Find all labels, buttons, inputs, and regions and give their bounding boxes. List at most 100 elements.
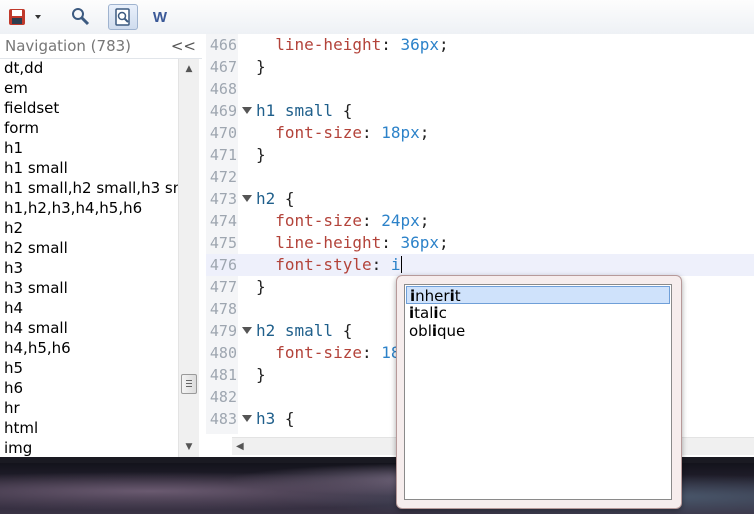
code-token: }	[256, 365, 266, 384]
code-line[interactable]: 469 h1 small {	[206, 100, 754, 122]
nav-item[interactable]: h6	[0, 379, 178, 399]
nav-item[interactable]: h1,h2,h3,h4,h5,h6	[0, 199, 178, 219]
scroll-left-icon[interactable]: ◀	[236, 438, 244, 455]
line-number: 467	[209, 58, 237, 76]
code-token: :	[381, 35, 401, 54]
autocomplete-option[interactable]: italic	[406, 304, 670, 322]
code-line[interactable]: 473 h2 {	[206, 188, 754, 210]
code-token: :	[371, 255, 391, 274]
code-token: {	[275, 189, 295, 208]
navigation-scrollbar[interactable]: ▲ ▼	[178, 59, 199, 457]
nav-item[interactable]: h1 small,h2 small,h3 small	[0, 179, 178, 199]
nav-item[interactable]: h4,h5,h6	[0, 339, 178, 359]
code-text: font-size: 24px;	[256, 210, 429, 232]
autocomplete-list: inherit italic oblique	[404, 284, 672, 500]
code-text: }	[256, 276, 266, 298]
code-text: h2 {	[256, 188, 295, 210]
code-token: 24px	[381, 211, 420, 230]
line-number: 473	[209, 190, 237, 208]
code-token: {	[333, 321, 353, 340]
code-token: font-size	[275, 211, 362, 230]
code-token: 36px	[400, 35, 440, 54]
nav-item[interactable]: h4 small	[0, 319, 178, 339]
fold-arrow-icon[interactable]	[242, 415, 252, 422]
code-token: }	[256, 145, 266, 164]
fold-arrow-icon[interactable]	[242, 327, 252, 334]
word-wrap-icon: W	[152, 8, 168, 26]
code-token: ;	[439, 35, 449, 54]
nav-item[interactable]: h5	[0, 359, 178, 379]
scroll-up-icon[interactable]: ▲	[179, 61, 199, 77]
nav-item[interactable]: fieldset	[0, 99, 178, 119]
fold-arrow-icon[interactable]	[242, 107, 252, 114]
nav-item[interactable]: html	[0, 419, 178, 439]
code-token: h2 small	[256, 321, 334, 340]
navigation-list: dt,dd em fieldset form h1 h1 small h1 small,h2…	[0, 59, 178, 457]
scroll-thumb[interactable]	[181, 374, 197, 394]
line-number: 479	[209, 322, 237, 340]
option-text-part: nher	[415, 287, 450, 305]
nav-item[interactable]: img	[0, 439, 178, 457]
nav-item[interactable]: dt,dd	[0, 59, 178, 79]
code-token: h1 small	[256, 101, 334, 120]
nav-item[interactable]: form	[0, 119, 178, 139]
code-text: }	[256, 364, 266, 386]
code-line[interactable]: 466 line-height: 36px;	[206, 34, 754, 56]
code-token: {	[333, 101, 353, 120]
nav-item[interactable]: em	[0, 79, 178, 99]
code-token: ;	[419, 123, 430, 142]
current-code-line[interactable]: 476 font-style: i	[206, 254, 754, 276]
code-text: h1 small {	[256, 100, 352, 122]
toolbar: W	[0, 0, 754, 35]
code-line[interactable]: 467}	[206, 56, 754, 78]
line-number: 477	[209, 278, 237, 296]
navigation-title: Navigation (783)	[5, 37, 132, 55]
navigation-header: Navigation (783) <<	[0, 34, 202, 59]
code-line[interactable]: 472	[206, 166, 754, 188]
navigation-panel: Navigation (783) << dt,dd em fieldset form h…	[0, 34, 203, 457]
navigation-toggle-button[interactable]	[108, 4, 138, 30]
code-line[interactable]: 474 font-size: 24px;	[206, 210, 754, 232]
word-wrap-button[interactable]: W	[146, 4, 174, 30]
line-number: 482	[209, 388, 237, 406]
autocomplete-option[interactable]: oblique	[406, 322, 670, 340]
code-text: h2 small {	[256, 320, 352, 342]
autocomplete-option[interactable]: inherit	[406, 286, 670, 305]
nav-item[interactable]: hr	[0, 399, 178, 419]
code-token: }	[256, 277, 266, 296]
nav-item[interactable]: h2 small	[0, 239, 178, 259]
line-number: 483	[209, 410, 237, 428]
option-text-part: que	[437, 322, 466, 340]
autocomplete-popup: inherit italic oblique	[396, 275, 682, 509]
nav-item[interactable]: h3 small	[0, 279, 178, 299]
line-number: 481	[209, 366, 237, 384]
line-number: 476	[209, 256, 237, 274]
save-button[interactable]	[6, 4, 48, 30]
line-number: 470	[209, 124, 237, 142]
fold-arrow-icon[interactable]	[242, 195, 252, 202]
code-token: h3	[256, 409, 276, 428]
code-text: line-height: 36px;	[256, 232, 448, 254]
code-line[interactable]: 470 font-size: 18px;	[206, 122, 754, 144]
code-token: h2	[256, 189, 276, 208]
code-token: :	[381, 233, 401, 252]
collapse-navigation-button[interactable]: <<	[171, 37, 196, 55]
nav-item[interactable]: h4	[0, 299, 178, 319]
code-token: {	[275, 409, 295, 428]
code-line[interactable]: 471}	[206, 144, 754, 166]
scroll-down-icon[interactable]: ▼	[179, 439, 199, 455]
code-text: font-style: i	[256, 254, 402, 276]
nav-item[interactable]: h1	[0, 139, 178, 159]
nav-item[interactable]: h1 small	[0, 159, 178, 179]
code-line[interactable]: 468	[206, 78, 754, 100]
code-line[interactable]: 475 line-height: 36px;	[206, 232, 754, 254]
nav-item[interactable]: h3	[0, 259, 178, 279]
nav-item[interactable]: h2	[0, 219, 178, 239]
line-number: 466	[209, 36, 237, 54]
find-button[interactable]	[66, 4, 96, 30]
line-number: 478	[209, 300, 237, 318]
navigation-panel-icon	[115, 8, 130, 26]
